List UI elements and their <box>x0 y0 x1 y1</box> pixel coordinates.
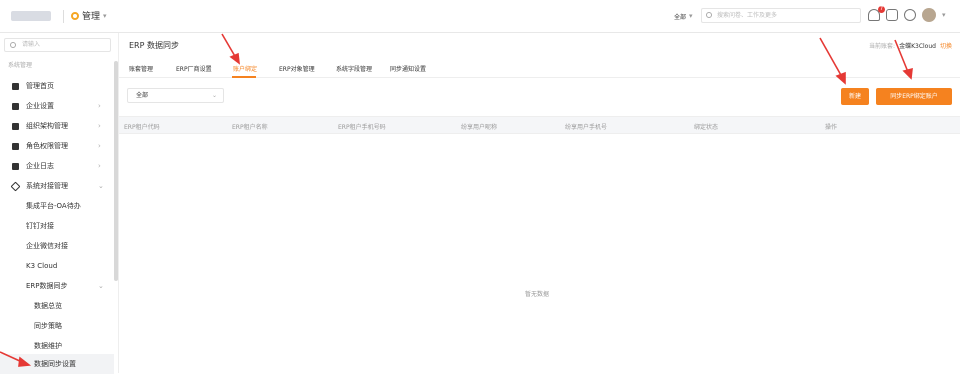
main-content: ERP 数据同步 当前账套: 金蝶K3Cloud 切换 账套管理 ERP厂商设置… <box>119 33 960 373</box>
chevron-right-icon: › <box>98 142 101 150</box>
sidebar: 请输入 系统管理 管理首页 企业设置 › 组织架构管理 › 角色权限管理 › 企… <box>0 33 119 374</box>
chevron-down-icon: ⌄ <box>98 182 104 190</box>
sidebar-item-label: 企业微信对接 <box>26 242 68 250</box>
chevron-right-icon: › <box>98 162 101 170</box>
company-switch-link[interactable]: 切换 <box>940 41 952 50</box>
active-tab-indicator <box>232 76 256 78</box>
chevron-down-icon[interactable]: ▾ <box>942 11 946 19</box>
link-icon <box>10 181 21 192</box>
table-header: ERP租户代码 ERP租户名称 ERP租户手机号码 纷享用户昵称 纷享用户手机号… <box>119 116 960 134</box>
scope-select[interactable]: 全部 ▾ <box>674 12 693 21</box>
sidebar-search-input[interactable]: 请输入 <box>4 38 111 52</box>
sidebar-item-sync-settings[interactable]: 数据同步设置 <box>0 354 114 374</box>
chevron-right-icon: › <box>98 122 101 130</box>
page-title: ERP 数据同步 <box>129 41 179 50</box>
column-header: ERP租户手机号码 <box>338 124 386 131</box>
sidebar-item-label: 数据同步设置 <box>34 360 76 368</box>
sidebar-item-k3cloud[interactable]: K3 Cloud <box>0 256 114 276</box>
column-header: 纷享用户手机号 <box>565 124 608 131</box>
sidebar-item-sync-strategy[interactable]: 同步策略 <box>0 316 114 336</box>
sidebar-item-label: K3 Cloud <box>26 262 58 270</box>
filter-select[interactable]: 全部 ⌄ <box>127 88 224 103</box>
sidebar-item-label: 数据维护 <box>34 342 62 350</box>
sidebar-item-label: 系统对接管理 <box>26 182 68 190</box>
sidebar-item-label: 企业日志 <box>26 162 54 170</box>
sidebar-item-roles[interactable]: 角色权限管理 › <box>0 136 114 156</box>
sidebar-item-org[interactable]: 组织架构管理 › <box>0 116 114 136</box>
document-icon <box>12 163 19 170</box>
tab-account-binding[interactable]: 账户绑定 <box>233 64 257 73</box>
scope-label: 全部 <box>674 14 687 21</box>
sidebar-item-label: 角色权限管理 <box>26 142 68 150</box>
sidebar-item-label: 数据总览 <box>34 302 62 310</box>
sidebar-item-data-overview[interactable]: 数据总览 <box>0 296 114 316</box>
sidebar-scrollbar[interactable] <box>114 61 118 281</box>
column-header: 绑定状态 <box>694 124 719 131</box>
column-header: ERP租户名称 <box>232 124 268 131</box>
sidebar-search-placeholder: 请输入 <box>22 41 41 48</box>
current-company: 当前账套: 金蝶K3Cloud 切换 <box>869 41 952 50</box>
bell-icon[interactable]: 7 <box>868 6 885 21</box>
company-prefix: 当前账套: <box>869 43 896 50</box>
sidebar-item-integration[interactable]: 系统对接管理 ⌄ <box>0 176 114 196</box>
sidebar-item-label: 集成平台-OA待办 <box>26 202 81 210</box>
company-logo[interactable] <box>11 11 51 21</box>
notification-badge: 7 <box>877 6 885 13</box>
module-label: 管理 <box>82 12 101 22</box>
module-switcher[interactable]: 管理 ▾ <box>71 9 107 22</box>
search-icon <box>706 12 712 18</box>
id-card-icon <box>12 143 19 150</box>
chevron-down-icon: ▾ <box>689 12 693 20</box>
sidebar-item-label: 同步策略 <box>34 322 62 330</box>
search-icon <box>10 42 16 48</box>
sidebar-item-erp-sync[interactable]: ERP数据同步 ⌄ <box>0 276 114 296</box>
tab-bar: 账套管理 ERP厂商设置 账户绑定 ERP对象管理 系统字段管理 同步通知设置 <box>119 57 960 78</box>
building-icon <box>12 103 19 110</box>
tab-account-sets[interactable]: 账套管理 <box>129 64 153 73</box>
sidebar-item-label: 管理首页 <box>26 82 54 90</box>
avatar[interactable] <box>922 8 936 22</box>
sidebar-item-logs[interactable]: 企业日志 › <box>0 156 114 176</box>
column-header: ERP租户代码 <box>124 124 160 131</box>
tab-sync-notifications[interactable]: 同步通知设置 <box>390 64 426 73</box>
filter-value: 全部 <box>136 92 149 99</box>
chevron-down-icon: ⌄ <box>211 92 217 99</box>
column-header: 纷享用户昵称 <box>461 124 498 131</box>
chevron-down-icon: ⌄ <box>98 282 104 290</box>
new-button[interactable]: 新建 <box>841 88 869 105</box>
divider <box>63 10 64 23</box>
sidebar-item-data-maintenance[interactable]: 数据维护 <box>0 336 114 356</box>
top-icons: 7 ▾ <box>868 6 946 22</box>
sidebar-item-label: 企业设置 <box>26 102 54 110</box>
sidebar-section-label: 系统管理 <box>8 62 33 69</box>
tab-system-fields[interactable]: 系统字段管理 <box>336 64 372 73</box>
sidebar-item-label: 钉钉对接 <box>26 222 54 230</box>
message-icon[interactable] <box>886 9 898 21</box>
sidebar-item-oa-todo[interactable]: 集成平台-OA待办 <box>0 196 114 216</box>
org-chart-icon <box>12 123 19 130</box>
sidebar-item-label: 组织架构管理 <box>26 122 68 130</box>
gear-icon <box>71 11 79 20</box>
sidebar-item-enterprise-settings[interactable]: 企业设置 › <box>0 96 114 116</box>
empty-state-text: 暂无数据 <box>525 291 550 298</box>
column-header: 操作 <box>825 124 838 131</box>
sidebar-item-home[interactable]: 管理首页 <box>0 76 114 96</box>
tab-erp-vendor[interactable]: ERP厂商设置 <box>176 64 212 73</box>
sidebar-item-label: ERP数据同步 <box>26 282 68 290</box>
settings-icon[interactable] <box>904 9 916 21</box>
sidebar-item-wecom[interactable]: 企业微信对接 <box>0 236 114 256</box>
sync-erp-accounts-button[interactable]: 同步ERP绑定账户 <box>876 88 952 105</box>
search-placeholder: 搜索问卷、工作及更多 <box>717 12 778 19</box>
home-icon <box>12 83 19 90</box>
sidebar-item-dingtalk[interactable]: 钉钉对接 <box>0 216 114 236</box>
chevron-down-icon: ▾ <box>103 11 107 20</box>
company-name: 金蝶K3Cloud <box>899 43 936 50</box>
chevron-right-icon: › <box>98 102 101 110</box>
top-bar: 管理 ▾ 全部 ▾ 搜索问卷、工作及更多 7 ▾ <box>0 0 960 33</box>
tab-erp-objects[interactable]: ERP对象管理 <box>279 64 315 73</box>
global-search-input[interactable]: 搜索问卷、工作及更多 <box>701 8 861 23</box>
